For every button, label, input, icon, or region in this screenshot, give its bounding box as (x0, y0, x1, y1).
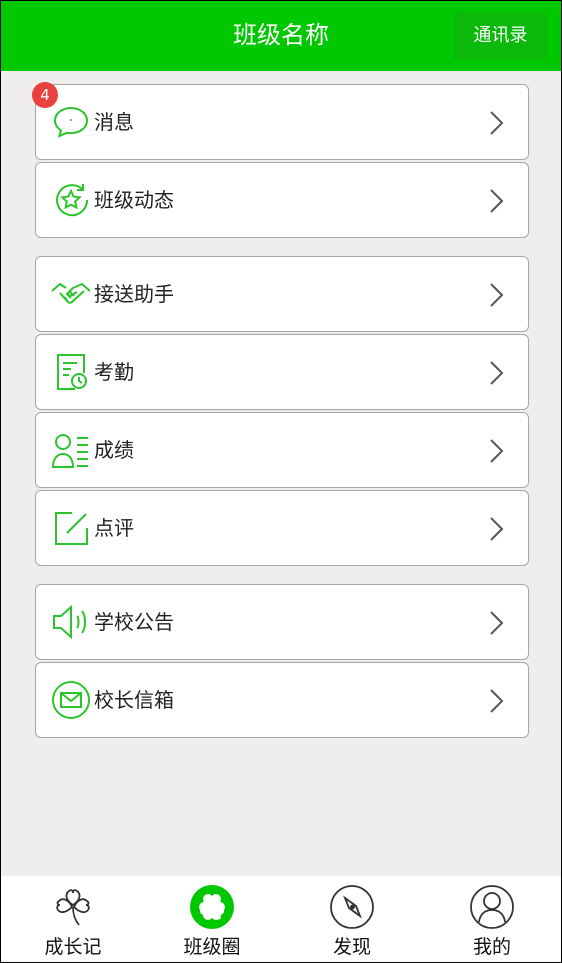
menu-item-label: 点评 (94, 516, 134, 540)
chevron-right-icon (488, 187, 506, 215)
unread-badge: 4 (32, 82, 58, 108)
envelope-circle-icon (50, 679, 92, 721)
tab-label: 发现 (332, 936, 371, 958)
tab-discover[interactable]: 发现 (282, 876, 422, 963)
bottom-tab-bar: 成长记 班级圈 发现 我的 (0, 876, 562, 963)
menu-item-school-notice[interactable]: 学校公告 (35, 584, 529, 660)
menu-item-principal-mailbox[interactable]: 校长信箱 (35, 662, 529, 738)
header-bar: 班级名称 通讯录 (0, 0, 562, 71)
edit-square-icon (50, 507, 92, 549)
menu-item-label: 成绩 (94, 438, 134, 462)
menu-item-label: 班级动态 (94, 188, 174, 212)
chevron-right-icon (488, 437, 506, 465)
menu-item-pickup-assistant[interactable]: 接送助手 (35, 256, 529, 332)
menu-item-attendance[interactable]: 考勤 (35, 334, 529, 410)
menu-item-label: 消息 (94, 110, 134, 134)
menu-item-label: 考勤 (94, 360, 134, 384)
menu-item-grades[interactable]: 成绩 (35, 412, 529, 488)
chevron-right-icon (488, 687, 506, 715)
person-circle-icon (469, 884, 515, 930)
menu-item-label: 接送助手 (94, 282, 174, 306)
clover-outline-icon (50, 884, 96, 930)
clover-filled-icon (189, 884, 235, 930)
tab-growth-record[interactable]: 成长记 (3, 876, 143, 963)
chevron-right-icon (488, 359, 506, 387)
star-refresh-icon (50, 179, 92, 221)
tab-label: 成长记 (44, 936, 102, 958)
handshake-icon (50, 273, 92, 315)
chevron-right-icon (488, 609, 506, 637)
tab-class-circle[interactable]: 班级圈 (142, 876, 282, 963)
menu-item-messages[interactable]: 4 消息 (32, 82, 529, 160)
chevron-right-icon (488, 109, 506, 137)
menu-item-review[interactable]: 点评 (35, 490, 529, 566)
user-list-icon (50, 429, 92, 471)
tab-label: 班级圈 (183, 936, 241, 958)
chat-bubble-icon (50, 101, 92, 143)
menu-item-label: 校长信箱 (94, 688, 174, 712)
chevron-right-icon (488, 281, 506, 309)
speaker-icon (50, 601, 92, 643)
compass-icon (329, 884, 375, 930)
tab-mine[interactable]: 我的 (422, 876, 562, 963)
attendance-clock-icon (50, 351, 92, 393)
menu-item-label: 学校公告 (94, 610, 174, 634)
menu-item-class-news[interactable]: 班级动态 (35, 162, 529, 238)
contacts-button[interactable]: 通讯录 (454, 12, 547, 59)
chevron-right-icon (488, 515, 506, 543)
tab-label: 我的 (472, 936, 511, 958)
